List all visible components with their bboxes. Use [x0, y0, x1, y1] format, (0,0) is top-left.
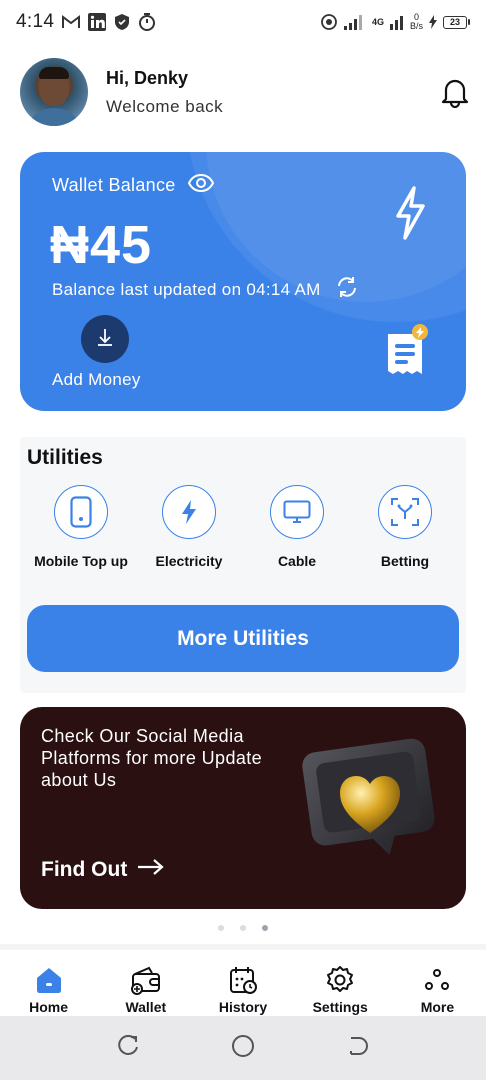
eye-icon[interactable]	[187, 173, 214, 197]
hotspot-icon	[320, 13, 338, 31]
notification-bell-icon[interactable]	[440, 76, 470, 109]
add-money-button[interactable]	[81, 315, 129, 363]
wallet-icon	[130, 964, 162, 996]
utility-mobile-top-up[interactable]: Mobile Top up	[27, 485, 135, 569]
wallet-amount: ₦45	[50, 215, 153, 275]
utilities-section: Utilities Mobile Top up Electricity Cabl…	[20, 437, 466, 693]
status-time: 4:14	[16, 11, 55, 32]
carousel-dot[interactable]	[240, 925, 246, 931]
more-icon	[423, 964, 451, 996]
nav-item-more[interactable]: More	[389, 950, 486, 1016]
arrow-right-icon	[137, 858, 165, 882]
find-out-label: Find Out	[41, 858, 128, 881]
gmail-icon	[62, 15, 81, 29]
utilities-title: Utilities	[27, 446, 103, 469]
utility-electricity[interactable]: Electricity	[135, 485, 243, 569]
nav-item-settings[interactable]: Settings	[292, 950, 389, 1016]
charging-icon	[429, 15, 437, 29]
nav-label: More	[420, 999, 455, 1015]
nav-label: Home	[29, 999, 69, 1015]
utility-label: Cable	[277, 553, 317, 569]
gear-icon	[325, 964, 355, 996]
speed-unit: B/s	[409, 21, 423, 31]
avatar[interactable]	[20, 58, 88, 126]
receipt-badge-bolt-icon	[412, 324, 428, 340]
timer-icon	[138, 13, 156, 31]
history-icon	[228, 964, 258, 996]
utility-label: Betting	[380, 553, 430, 569]
lightning-icon[interactable]	[162, 485, 216, 539]
promo-banner[interactable]: Check Our Social Media Platforms for mor…	[20, 707, 466, 909]
linkedin-icon	[88, 13, 107, 31]
lightning-icon	[394, 186, 426, 245]
wallet-title: Wallet Balance	[52, 175, 176, 195]
carousel-dot[interactable]	[218, 925, 224, 931]
utility-label: Mobile Top up	[34, 553, 128, 569]
find-out-link[interactable]: Find Out	[41, 858, 165, 882]
refresh-icon[interactable]	[335, 276, 359, 303]
header: Hi, Denky Welcome back	[20, 56, 470, 128]
nav-label: Settings	[312, 999, 368, 1015]
battery-level: 23	[443, 15, 467, 29]
heart-message-illustration	[300, 733, 440, 873]
add-money-label[interactable]: Add Money	[52, 370, 141, 390]
nav-item-history[interactable]: History	[194, 950, 291, 1016]
carousel-dot-active[interactable]	[262, 925, 268, 931]
promo-text: Check Our Social Media Platforms for mor…	[41, 726, 263, 790]
recent-apps-icon[interactable]	[117, 1034, 139, 1062]
utility-betting[interactable]: Betting	[351, 485, 459, 569]
carousel-indicator	[0, 925, 486, 931]
status-bar: 4:14 4G 0 B/s 23	[0, 0, 486, 44]
nav-label: History	[218, 999, 268, 1015]
signal-2-icon	[389, 14, 404, 30]
monitor-icon[interactable]	[270, 485, 324, 539]
nav-label: Wallet	[125, 999, 167, 1015]
wallet-card: Wallet Balance ₦45 Balance last updated …	[20, 152, 466, 411]
greeting-title: Hi, Denky	[106, 67, 189, 88]
battery-icon: 23	[443, 15, 470, 29]
utility-label: Electricity	[155, 553, 223, 569]
greeting-subtitle: Welcome back	[106, 96, 224, 116]
nav-item-wallet[interactable]: Wallet	[97, 950, 194, 1016]
betting-icon[interactable]	[378, 485, 432, 539]
bottom-nav: Home Wallet History Settings More	[0, 944, 486, 1016]
network-type: 4G	[371, 17, 384, 27]
system-navigation-bar	[0, 1016, 486, 1080]
utility-cable[interactable]: Cable	[243, 485, 351, 569]
network-speed: 0 B/s	[410, 13, 423, 31]
shield-icon	[114, 13, 130, 31]
phone-icon[interactable]	[54, 485, 108, 539]
nav-item-home[interactable]: Home	[0, 950, 97, 1016]
download-arrow-icon	[96, 327, 114, 352]
back-icon[interactable]	[347, 1035, 369, 1062]
home-circle-icon[interactable]	[231, 1034, 255, 1063]
more-utilities-button[interactable]: More Utilities	[27, 605, 459, 672]
balance-updated-text: Balance last updated on 04:14 AM	[52, 279, 321, 299]
signal-icon	[343, 14, 366, 30]
home-icon	[34, 964, 64, 996]
